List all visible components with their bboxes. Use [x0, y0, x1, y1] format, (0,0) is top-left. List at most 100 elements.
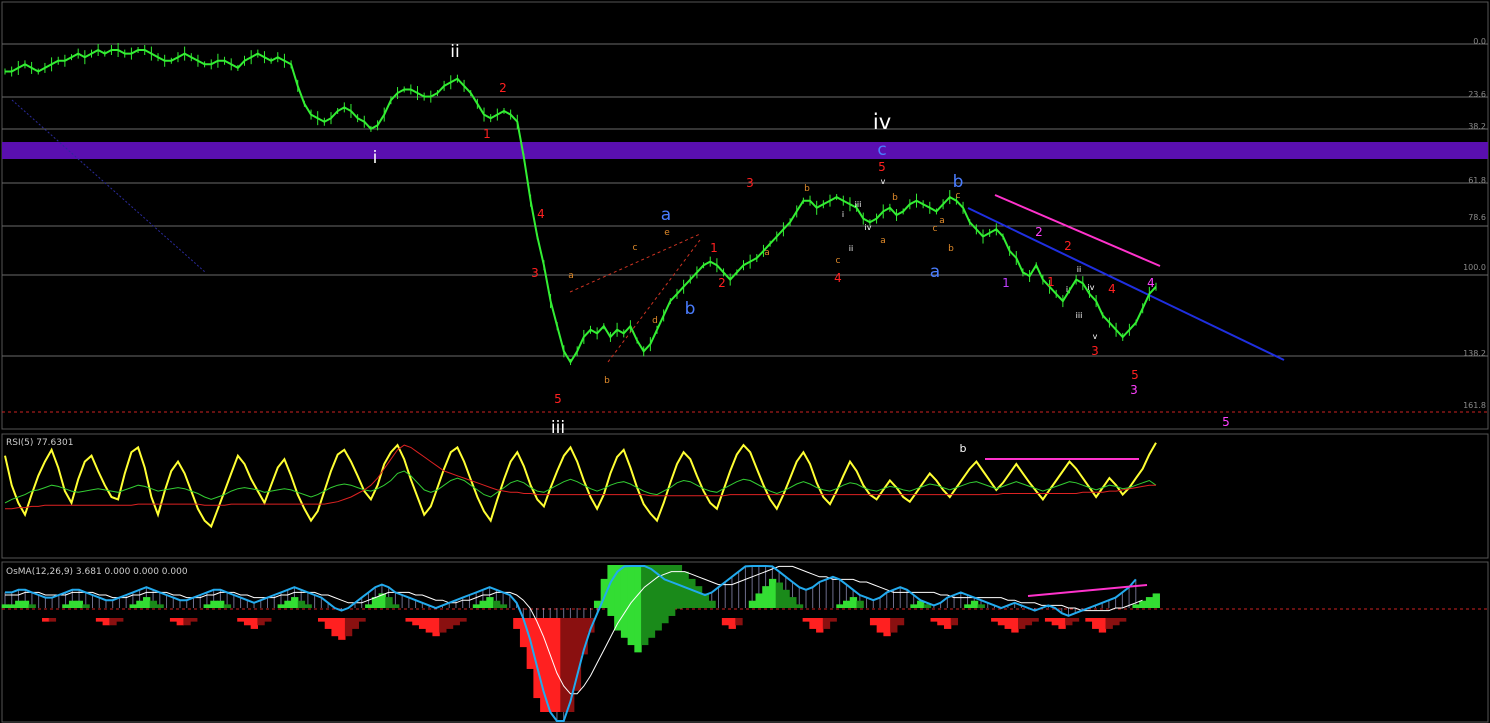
- osma-histogram-bar: [1024, 618, 1033, 626]
- osma-histogram-bar: [816, 618, 824, 633]
- osma-histogram-bar: [1098, 618, 1107, 633]
- osma-histogram-bar: [445, 618, 454, 629]
- osma-histogram-bar: [883, 618, 891, 637]
- wave-label: 4: [834, 271, 842, 285]
- osma-histogram-bar: [755, 593, 763, 608]
- wave-label: iv: [1088, 283, 1095, 292]
- osma-histogram-bar: [1118, 618, 1127, 622]
- osma-histogram-bar: [62, 604, 70, 608]
- osma-histogram-bar: [735, 618, 743, 626]
- chart-window: 0.023.638.250.061.878.6100.0138.2161.8ii…: [0, 0, 1490, 723]
- osma-histogram-bar: [109, 618, 117, 626]
- osma-histogram-bar: [351, 618, 359, 629]
- osma-histogram-bar: [1011, 618, 1019, 633]
- wave-label: a: [661, 205, 671, 225]
- osma-histogram-bar: [789, 597, 797, 608]
- osma-histogram-bar: [331, 618, 339, 637]
- osma-histogram-bar: [425, 618, 434, 633]
- osma-histogram-bar: [876, 618, 884, 633]
- osma-histogram-bar: [183, 618, 191, 626]
- osma-histogram-bar: [385, 597, 393, 608]
- osma-histogram-bar: [553, 618, 561, 712]
- osma-histogram-bar: [21, 600, 30, 608]
- osma-histogram-bar: [748, 600, 757, 608]
- osma-histogram-bar: [627, 565, 635, 646]
- trend-line-magenta: [994, 194, 1161, 267]
- osma-histogram-bar: [1044, 618, 1053, 622]
- osma-histogram-bar: [762, 586, 770, 608]
- osma-histogram-bar: [257, 618, 265, 626]
- osma-histogram-bar: [472, 604, 481, 608]
- wave-label: v: [881, 177, 886, 186]
- osma-histogram-bar: [560, 618, 568, 712]
- trend-line-blue: [967, 207, 1285, 361]
- osma-histogram-bar: [304, 604, 312, 608]
- osma-histogram-bar: [284, 600, 292, 608]
- osma-histogram-bar: [237, 618, 245, 622]
- osma-histogram-bar: [243, 618, 252, 626]
- wave-label: b: [804, 184, 810, 194]
- wave-label: 3: [1091, 344, 1099, 358]
- osma-histogram-bar: [869, 618, 878, 626]
- rsi-annotation: b: [960, 442, 967, 455]
- osma-histogram-bar: [176, 618, 184, 626]
- osma-histogram-bar: [129, 604, 137, 608]
- osma-histogram-bar: [1092, 618, 1100, 629]
- osma-histogram-bar: [264, 618, 272, 622]
- osma-histogram-bar: [499, 604, 508, 608]
- wave-label: c: [836, 256, 841, 266]
- osma-histogram-bar: [1112, 618, 1120, 626]
- osma-histogram-bar: [95, 618, 104, 622]
- wave-label: 2: [1064, 239, 1072, 253]
- osma-histogram-bar: [479, 600, 487, 608]
- osma-histogram-bar: [1058, 618, 1066, 629]
- osma-histogram-bar: [991, 618, 999, 622]
- wave-label: v: [1093, 332, 1098, 341]
- osma-histogram-bar: [82, 604, 90, 608]
- osma-histogram-bar: [223, 604, 232, 608]
- osma-histogram-bar: [829, 618, 837, 622]
- osma-histogram-bar: [8, 604, 16, 608]
- rsi-series-line: [4, 470, 1157, 504]
- rsi-panel-frame: [1, 433, 1489, 559]
- osma-histogram-bar: [405, 618, 413, 622]
- osma-histogram-bar: [418, 618, 427, 629]
- osma-histogram-bar: [997, 618, 1006, 626]
- osma-histogram-bar: [486, 597, 494, 608]
- wave-label: 4: [1147, 276, 1155, 290]
- osma-histogram-bar: [856, 600, 864, 608]
- osma-histogram-bar: [849, 597, 858, 608]
- osma-histogram-bar: [75, 600, 84, 608]
- wave-label: 5: [1222, 415, 1230, 429]
- osma-histogram-bar: [1, 604, 9, 608]
- resistance-zone: [2, 142, 1488, 159]
- osma-histogram-bar: [782, 589, 790, 608]
- osma-histogram-bar: [694, 586, 703, 608]
- osma-histogram-bar: [802, 618, 810, 622]
- wave-label: iii: [1076, 311, 1083, 320]
- osma-histogram-bar: [210, 600, 218, 608]
- wave-label: 3: [531, 266, 539, 280]
- osma-histogram-bar: [297, 600, 306, 608]
- osma-histogram-bar: [930, 618, 938, 622]
- osma-histogram-bar: [142, 597, 151, 608]
- wave-label: 5: [554, 392, 562, 406]
- osma-histogram-bar: [116, 618, 124, 622]
- wave-label: a: [930, 262, 940, 282]
- wave-label: iv: [873, 110, 891, 134]
- osma-histogram-bar: [843, 600, 851, 608]
- osma-histogram-bar: [1065, 618, 1073, 626]
- osma-histogram-bar: [1085, 618, 1093, 622]
- wave-label: 1: [710, 241, 718, 255]
- osma-histogram-bar: [775, 582, 784, 608]
- osma-histogram-bar: [1031, 618, 1039, 622]
- wave-label: c: [633, 243, 638, 253]
- rsi-series-line: [5, 444, 1156, 510]
- wave-label: c: [877, 140, 886, 160]
- osma-histogram-bar: [620, 565, 629, 638]
- wave-label: 1: [483, 127, 491, 141]
- osma-histogram-bar: [250, 618, 259, 629]
- osma-histogram-bar: [768, 578, 777, 608]
- wave-label: 1: [1002, 276, 1010, 290]
- osma-histogram-bar: [513, 618, 521, 629]
